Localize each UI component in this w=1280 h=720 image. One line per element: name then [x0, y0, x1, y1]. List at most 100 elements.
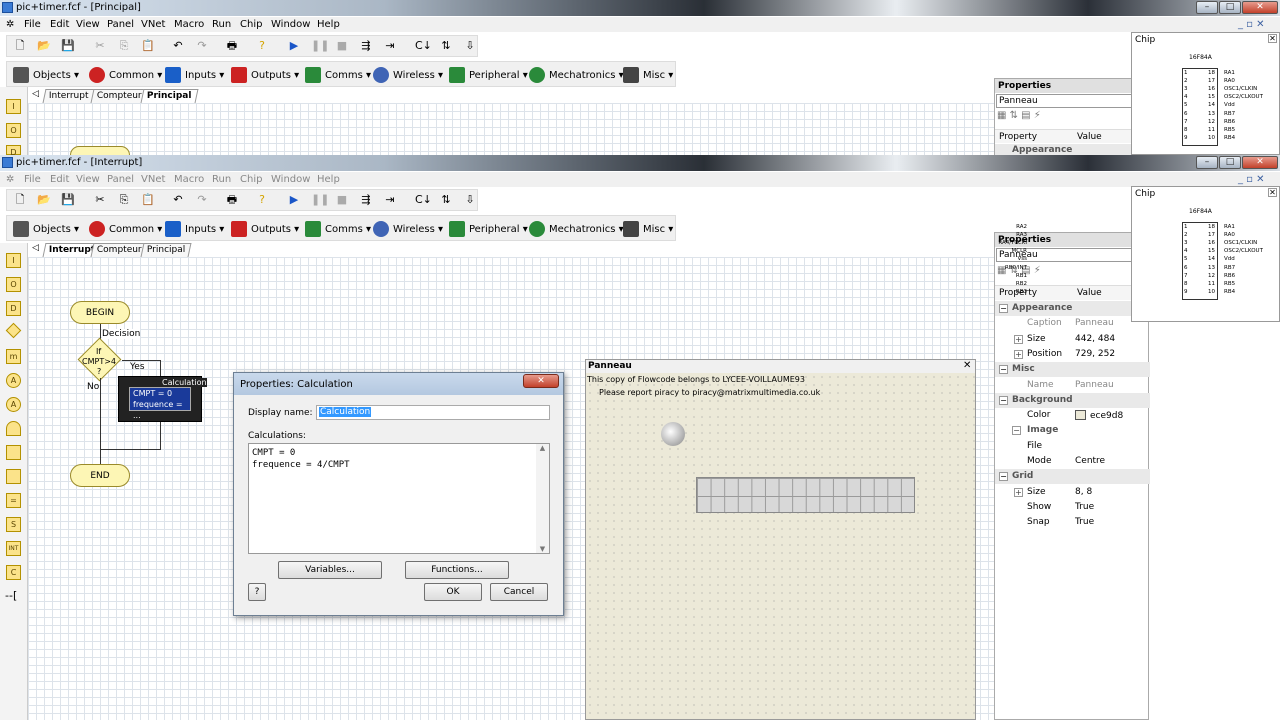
run-icon[interactable]: ▶	[287, 193, 301, 207]
menu-run[interactable]: Run	[212, 174, 231, 185]
macro-icon[interactable]	[6, 469, 21, 484]
property-row[interactable]: + Size 8, 8	[995, 485, 1150, 500]
menu-help[interactable]: Help	[317, 19, 340, 30]
step-into-icon[interactable]: ⇶	[359, 193, 373, 207]
interrupt-icon[interactable]: INT	[6, 541, 21, 556]
menu-view[interactable]: View	[76, 19, 100, 30]
inputs-button[interactable]: Inputs ▾	[165, 62, 224, 88]
expand-icon[interactable]: +	[1014, 487, 1023, 497]
calculation-icon[interactable]: =	[6, 493, 21, 508]
calculation-block[interactable]: Calculation CMPT = 0 frequence = ...	[118, 376, 207, 422]
tab-principal[interactable]: Principal	[140, 243, 192, 257]
collapse-icon[interactable]: −	[999, 304, 1008, 313]
paste-icon[interactable]: 📋	[141, 193, 155, 207]
menu-chip[interactable]: Chip	[240, 19, 262, 30]
step-over-icon[interactable]: ⇥	[383, 193, 397, 207]
menu-help[interactable]: Help	[317, 174, 340, 185]
property-category[interactable]: − Appearance	[995, 301, 1150, 316]
property-value[interactable]: 8, 8	[1075, 487, 1092, 497]
cancel-button[interactable]: Cancel	[490, 583, 548, 601]
output-icon[interactable]: O	[6, 277, 21, 292]
common-button[interactable]: Common ▾	[89, 62, 162, 88]
comms-button[interactable]: Comms ▾	[305, 62, 371, 88]
dialog-close-button[interactable]: ✕	[523, 374, 559, 388]
mechatronics-button[interactable]: Mechatronics ▾	[529, 62, 624, 88]
variables-button[interactable]: Variables...	[278, 561, 382, 579]
property-value[interactable]: 442, 484	[1075, 334, 1115, 344]
mdi-controls[interactable]: _ ▫ ✕	[1238, 174, 1265, 185]
property-value[interactable]: True	[1075, 502, 1094, 512]
save-icon[interactable]: 💾	[61, 39, 75, 53]
tab-scroll-left-icon[interactable]: ◁	[32, 89, 39, 99]
decision-node[interactable]: If CMPT>4 ?	[77, 337, 122, 382]
pause-icon[interactable]: ❚❚	[311, 193, 329, 207]
outputs-button[interactable]: Outputs ▾	[231, 216, 299, 242]
calculations-textarea[interactable]: CMPT = 0 frequence = 4/CMPT ▲ ▼	[248, 443, 550, 554]
display-name-input[interactable]: Calculation	[316, 405, 550, 420]
minimize-button[interactable]: –	[1196, 156, 1218, 169]
mechatronics-button[interactable]: Mechatronics ▾	[529, 216, 624, 242]
loop-icon[interactable]	[6, 421, 21, 436]
close-button[interactable]: ✕	[1242, 156, 1278, 169]
collapse-icon[interactable]: −	[999, 365, 1008, 375]
collapse-icon[interactable]: −	[999, 395, 1008, 405]
step-over-icon[interactable]: ⇥	[383, 39, 397, 53]
compile-hex-icon[interactable]: ⇅	[439, 193, 453, 207]
property-category[interactable]: − Image	[995, 423, 1150, 438]
comms-button[interactable]: Comms ▾	[305, 216, 371, 242]
wireless-button[interactable]: Wireless ▾	[373, 62, 443, 88]
app-menu-icon[interactable]: ✲	[6, 19, 14, 30]
copy-icon[interactable]: ⎘	[117, 193, 131, 207]
tab-principal[interactable]: Principal	[140, 89, 199, 103]
outputs-button[interactable]: Outputs ▾	[231, 62, 299, 88]
close-icon[interactable]: ✕	[963, 360, 971, 371]
led-component[interactable]	[661, 422, 685, 446]
comment-icon[interactable]: --[	[5, 589, 17, 602]
redo-icon[interactable]: ↷	[195, 193, 209, 207]
menu-edit[interactable]: Edit	[50, 174, 69, 185]
download-chip-icon[interactable]: ⇩	[463, 193, 477, 207]
help-icon[interactable]: ?	[255, 39, 269, 53]
objects-button[interactable]: Objects ▾	[13, 62, 79, 88]
save-icon[interactable]: 💾	[61, 193, 75, 207]
peripheral-button[interactable]: Peripheral ▾	[449, 62, 528, 88]
menu-vnet[interactable]: VNet	[141, 19, 165, 30]
menu-macro[interactable]: Macro	[174, 19, 204, 30]
undo-icon[interactable]: ↶	[171, 39, 185, 53]
panneau-canvas[interactable]: This copy of Flowcode belongs to LYCEE-V…	[586, 373, 975, 719]
tab-compteur[interactable]: Compteur	[90, 89, 149, 103]
collapse-icon[interactable]: −	[999, 472, 1008, 482]
begin-terminator[interactable]: BEGIN	[70, 301, 130, 324]
print-icon[interactable]: 🖶	[225, 39, 239, 53]
menu-chip[interactable]: Chip	[240, 174, 262, 185]
property-category[interactable]: − Grid	[995, 469, 1150, 485]
pause-icon[interactable]: ❚❚	[311, 39, 329, 53]
compile-c-icon[interactable]: C↓	[415, 193, 432, 207]
objects-button[interactable]: Objects ▾	[13, 216, 79, 242]
property-row[interactable]: Name Panneau	[995, 378, 1150, 393]
property-row[interactable]: Show True	[995, 500, 1150, 515]
property-row[interactable]: Mode Centre	[995, 454, 1150, 469]
input-icon[interactable]: I	[6, 99, 21, 114]
property-value[interactable]: ece9d8	[1075, 410, 1123, 421]
inputs-button[interactable]: Inputs ▾	[165, 216, 224, 242]
stop-icon[interactable]: ■	[335, 39, 349, 53]
redo-icon[interactable]: ↷	[195, 39, 209, 53]
copy-icon[interactable]: ⎘	[117, 39, 131, 53]
property-category[interactable]: − Background	[995, 392, 1150, 408]
decision-icon[interactable]	[5, 322, 22, 339]
string-icon[interactable]: S	[6, 517, 21, 532]
menu-macro[interactable]: Macro	[174, 174, 204, 185]
close-button[interactable]: ✕	[1242, 1, 1278, 14]
maximize-button[interactable]: □	[1219, 1, 1241, 14]
c-code-icon[interactable]: C	[6, 565, 21, 580]
expand-icon[interactable]: +	[1014, 334, 1023, 344]
property-row[interactable]: File	[995, 439, 1150, 454]
new-file-icon[interactable]: 🗋	[13, 39, 27, 53]
wireless-button[interactable]: Wireless ▾	[373, 216, 443, 242]
tab-interrupt[interactable]: Interrupt	[42, 89, 96, 103]
minimize-button[interactable]: –	[1196, 1, 1218, 14]
menu-run[interactable]: Run	[212, 19, 231, 30]
property-row[interactable]: + Size 442, 484	[995, 332, 1150, 347]
goto-a-icon[interactable]: A	[6, 397, 21, 412]
